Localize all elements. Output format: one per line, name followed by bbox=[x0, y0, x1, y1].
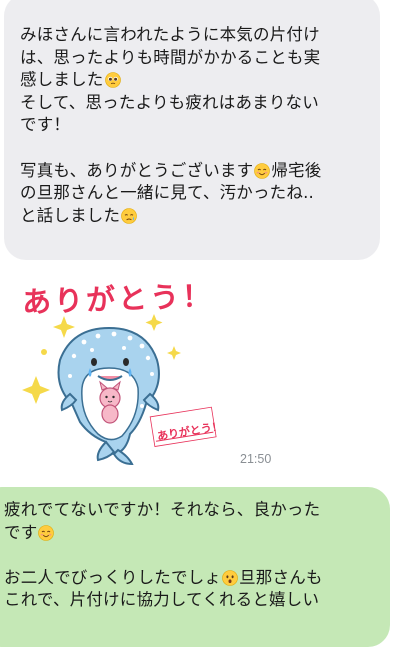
message-line: そして、思ったよりも疲れはあまりない bbox=[20, 92, 319, 112]
message-line: みほさんに言われたように本気の片付け bbox=[20, 25, 320, 44]
crying-face-emoji bbox=[121, 207, 138, 224]
sparkle-dot bbox=[41, 349, 47, 355]
message-line: お二人でびっくりしたでしょ 旦那さんも bbox=[4, 567, 323, 587]
smiling-face-emoji bbox=[38, 524, 55, 541]
pink-cat-plush bbox=[99, 380, 121, 424]
message-timestamp: 21:50 bbox=[240, 452, 272, 466]
message-line: 感しました bbox=[20, 69, 366, 92]
message-line: です！ bbox=[20, 115, 71, 135]
whale-shark-character: ありがとう！ bbox=[22, 314, 224, 466]
smiling-face-emoji bbox=[254, 162, 271, 179]
message-line: 疲れでてないですか！それなら、良かった bbox=[4, 500, 321, 519]
message-line: これで、片付けに協力してくれると嬉しい bbox=[4, 590, 320, 610]
incoming-message-bubble[interactable]: みほさんに言われたように本気の片付け は、思ったよりも時間がかかることも実 感し… bbox=[4, 0, 380, 260]
message-line: です bbox=[4, 522, 376, 545]
message-line: と話しました bbox=[20, 205, 366, 228]
outgoing-message-bubble[interactable]: 疲れでてないですか！それなら、良かった です お二人でびっくりしたでしょ 旦那さ… bbox=[0, 487, 390, 647]
message-line: は、思ったよりも時間がかかることも実 bbox=[20, 47, 321, 67]
hushed-face-emoji bbox=[222, 569, 238, 586]
message-line: の旦那さんと一緒に見て、汚かったね.. bbox=[20, 183, 314, 203]
sticker-thank-you[interactable]: ありがとう！ ありがとう！ bbox=[14, 276, 224, 466]
pleading-face-emoji bbox=[104, 72, 121, 88]
message-line: 写真も、ありがとうございます 帰宅後 bbox=[20, 160, 322, 180]
